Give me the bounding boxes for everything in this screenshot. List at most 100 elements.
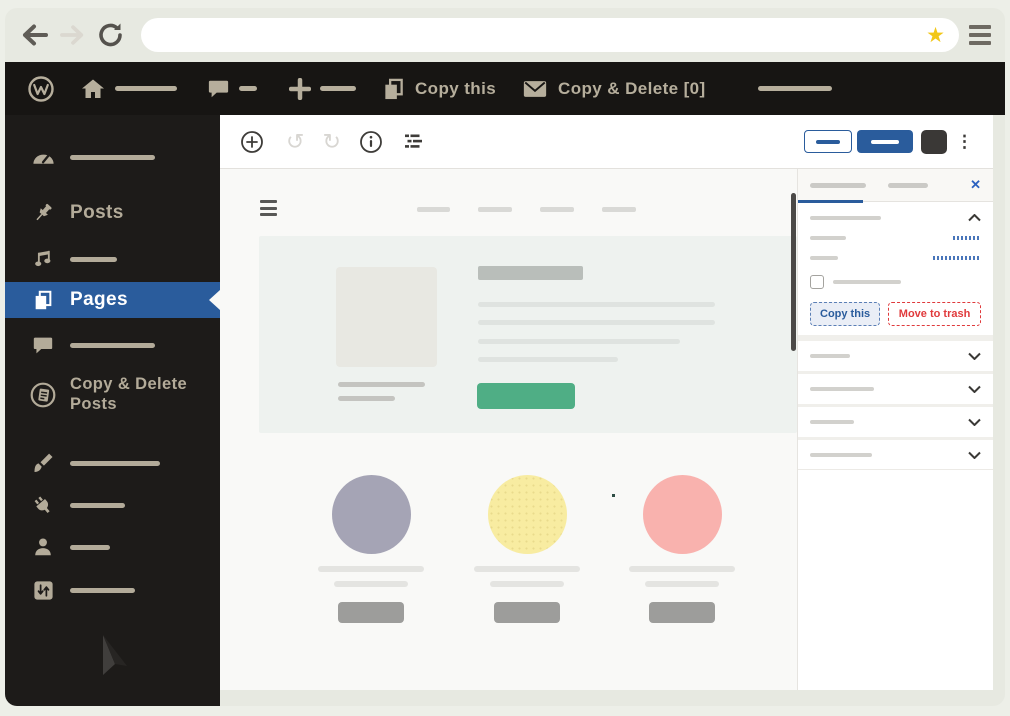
setting-row-publish: [798, 256, 993, 260]
wireframe-text-line: [478, 320, 715, 325]
sidebar-item-appearance[interactable]: [5, 443, 220, 483]
setting-value-link[interactable]: [933, 256, 981, 260]
browser-chrome: ★: [5, 8, 1005, 62]
browser-window: ★ Copy this Copy & Delete [0] Posts Page…: [5, 8, 1005, 706]
move-to-trash-button[interactable]: Move to trash: [888, 302, 981, 326]
admin-copy-this-item[interactable]: Copy this: [382, 77, 496, 101]
pushpin-icon: [30, 201, 56, 225]
wireframe-nav-link: [602, 207, 636, 212]
arrow-left-icon: [23, 24, 48, 46]
wordpress-logo-icon: [28, 75, 54, 102]
panel-section-collapsed[interactable]: [798, 437, 993, 470]
mouse-pointer-icon: [103, 635, 127, 675]
circle-info-icon: [359, 130, 382, 153]
wireframe-caption-line: [338, 396, 395, 401]
plug-icon: [30, 494, 56, 517]
info-button[interactable]: [359, 130, 383, 154]
canvas-scrollbar-thumb[interactable]: [790, 193, 796, 351]
comments-item[interactable]: [207, 78, 257, 100]
browser-menu-button[interactable]: [969, 25, 991, 45]
copy-pages-icon: [385, 78, 403, 99]
panel-tab-block[interactable]: [888, 182, 928, 188]
wireframe-nav-link: [417, 207, 450, 212]
admin-bar: Copy this Copy & Delete [0]: [5, 62, 1005, 115]
wireframe-text-line: [474, 566, 580, 572]
kebab-menu-button[interactable]: ⋮: [956, 132, 973, 152]
admin-sidebar: Posts Pages Copy & Delete Posts: [5, 115, 220, 706]
redo-button[interactable]: ↻: [322, 129, 340, 155]
sidebar-pages-label: Pages: [70, 289, 128, 310]
feature-circle-yellow: [487, 475, 567, 554]
wireframe-feature-card: [629, 475, 735, 623]
setting-row-checkbox: [798, 275, 993, 289]
wireframe-heading-placeholder: [478, 266, 583, 280]
publish-label-placeholder: [871, 139, 899, 144]
url-bar[interactable]: ★: [141, 18, 959, 52]
setting-value-link[interactable]: [953, 236, 981, 240]
wireframe-text-line: [478, 339, 680, 344]
envelope-icon: [523, 80, 547, 97]
site-home-item[interactable]: [81, 77, 177, 101]
chevron-down-icon: [968, 385, 981, 393]
editor-canvas[interactable]: [220, 169, 797, 690]
sidebar-item-posts[interactable]: Posts: [5, 193, 220, 233]
menu-bar: [969, 33, 991, 37]
sidebar-item-copy-delete-posts[interactable]: Copy & Delete Posts: [5, 370, 220, 420]
panel-section-collapsed[interactable]: [798, 371, 993, 404]
wireframe-hero-block: [259, 236, 797, 433]
wireframe-caption-line: [338, 382, 425, 387]
wireframe-text-line: [478, 302, 715, 307]
sidebar-item-media[interactable]: [5, 239, 220, 279]
user-icon: [30, 536, 56, 558]
sidebar-item-comments[interactable]: [5, 325, 220, 365]
media-label-placeholder: [70, 256, 117, 262]
comment-icon: [30, 335, 56, 356]
wireframe-hamburger-icon: [260, 200, 277, 216]
wordpress-logo-button[interactable]: [27, 75, 55, 103]
save-draft-button[interactable]: [804, 130, 852, 153]
setting-label-placeholder: [810, 236, 846, 240]
panel-section-collapsed[interactable]: [798, 338, 993, 371]
sidebar-posts-label: Posts: [70, 202, 124, 223]
section-header-row[interactable]: [798, 202, 993, 222]
comments-count-placeholder: [239, 86, 257, 91]
wireframe-text-line: [334, 581, 408, 587]
admin-copy-this-label: Copy this: [415, 78, 497, 98]
inserter-button[interactable]: [240, 130, 264, 154]
pages-icon: [30, 289, 56, 312]
settings-panel: ✕ Copy this Move to trash: [797, 169, 993, 690]
admin-copy-delete-item[interactable]: Copy & Delete [0]: [522, 78, 706, 100]
checkbox[interactable]: [810, 275, 824, 289]
plugins-label-placeholder: [70, 502, 125, 508]
settings-toggle-button[interactable]: [921, 129, 947, 154]
sidebar-item-pages[interactable]: Pages: [5, 282, 220, 318]
settings-label-placeholder: [70, 587, 135, 593]
sidebar-item-users[interactable]: [5, 527, 220, 567]
refresh-button[interactable]: [97, 21, 125, 49]
circle-plus-icon: [241, 130, 263, 153]
sidebar-item-dashboard[interactable]: [5, 137, 220, 177]
sidebar-item-plugins[interactable]: [5, 485, 220, 525]
wireframe-feature-card: [318, 475, 424, 623]
document-circle-icon: [30, 382, 56, 408]
sidebar-copy-delete-posts-label: Copy & Delete Posts: [70, 375, 188, 413]
wireframe-button-placeholder: [649, 602, 715, 623]
forward-button[interactable]: [59, 23, 87, 47]
gauge-icon: [30, 146, 56, 168]
section-title-placeholder: [810, 387, 874, 391]
new-label-placeholder: [320, 86, 356, 91]
new-content-item[interactable]: [289, 77, 356, 100]
publish-button[interactable]: [857, 130, 913, 153]
panel-tab-document[interactable]: [810, 182, 866, 188]
wireframe-cta-button: [477, 383, 575, 409]
panel-section-collapsed[interactable]: [798, 404, 993, 437]
back-button[interactable]: [19, 22, 49, 48]
copy-this-button[interactable]: Copy this: [810, 302, 881, 326]
undo-button[interactable]: ↺: [286, 129, 304, 155]
sidebar-item-settings[interactable]: [5, 570, 220, 610]
section-title-placeholder: [810, 354, 850, 358]
star-icon[interactable]: ★: [926, 25, 945, 46]
list-view-button[interactable]: [404, 134, 423, 149]
close-icon[interactable]: ✕: [970, 177, 981, 193]
chevron-up-icon[interactable]: [968, 214, 981, 222]
